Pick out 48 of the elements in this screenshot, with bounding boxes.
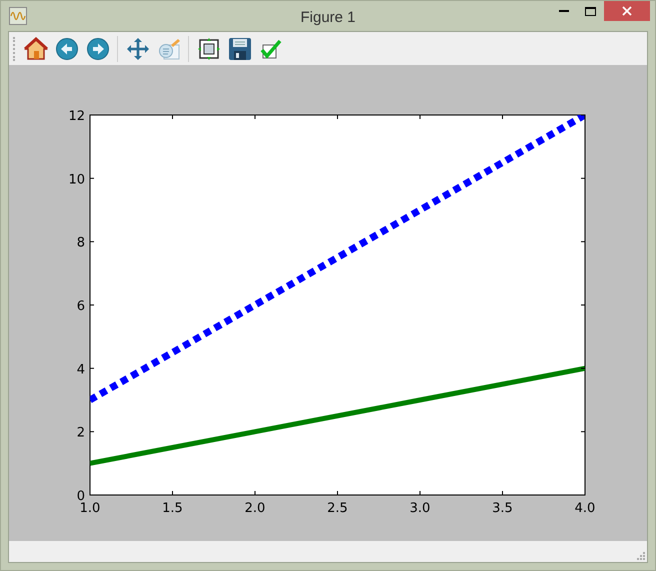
zoom-rectangle-icon [156, 36, 180, 60]
y-tick [580, 178, 586, 179]
y-tick-label: 10 [68, 172, 85, 188]
move-icon [126, 36, 150, 60]
x-tick [172, 490, 173, 496]
y-tick [90, 114, 94, 116]
y-tick [580, 304, 586, 306]
y-tick [90, 241, 94, 242]
minimize-icon [558, 10, 568, 12]
y-tick-label: 8 [76, 236, 85, 251]
y-tick-label: 6 [76, 299, 85, 314]
y-tick [90, 431, 94, 432]
x-tick-label: 2.5 [327, 501, 348, 516]
x-tick-label: 1.0 [80, 501, 100, 516]
y-tick-label: 2 [76, 426, 85, 441]
resize-grip-icon [636, 551, 645, 560]
window-title: Figure 1 [300, 8, 356, 28]
x-tick-label: 3.0 [410, 501, 430, 516]
y-tick-label: 4 [76, 362, 85, 378]
close-button[interactable] [604, 1, 650, 21]
y-tick [580, 431, 586, 432]
x-tick-label: 2.0 [244, 501, 266, 516]
x-tick [337, 490, 338, 496]
x-tick [172, 114, 173, 120]
y-tick-label: 12 [68, 109, 85, 124]
waveform-app-icon [9, 7, 27, 25]
y-tick [580, 494, 586, 496]
x-tick-label: 1.5 [162, 501, 183, 516]
x-tick [502, 114, 503, 120]
y-tick [580, 368, 586, 369]
y-tick [580, 241, 586, 242]
subplots-icon [196, 36, 220, 60]
home-tool-button[interactable] [22, 34, 49, 62]
y-tick [90, 494, 94, 496]
y-tick [90, 178, 94, 179]
home-icon [24, 36, 48, 60]
x-tick [502, 490, 503, 496]
x-tick [337, 114, 338, 120]
y-tick-label: 0 [76, 489, 85, 504]
y-tick [90, 304, 94, 306]
x-tick-label: 3.5 [492, 501, 513, 516]
y-tick [90, 368, 94, 369]
x-tick [584, 490, 586, 496]
x-tick [254, 114, 256, 120]
x-tick [254, 490, 256, 496]
x-tick-label: 4.0 [574, 501, 596, 516]
maximize-icon [585, 6, 596, 16]
close-icon [622, 6, 632, 16]
